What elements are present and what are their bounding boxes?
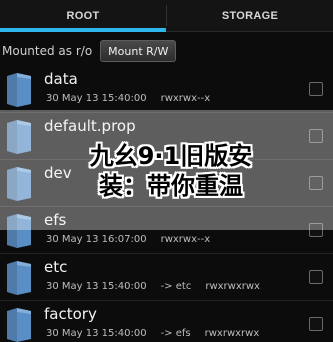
file-row-etc[interactable]: etc 30 May 13 15:40:00 -> etc rwxrwxrwx	[0, 254, 333, 301]
banner-line-2: 装：带你重温	[99, 172, 243, 200]
file-meta: 30 May 13 16:07:00 rwxrwx--x	[46, 234, 210, 245]
banner-text: 九幺9·1旧版安 装：带你重温	[58, 141, 284, 201]
file-perms: rwxrwxrwx	[204, 328, 260, 339]
tab-storage[interactable]: STORAGE	[167, 0, 333, 31]
file-name: etc	[44, 258, 68, 276]
file-date: 30 May 13 15:40:00	[46, 328, 147, 339]
file-meta: 30 May 13 15:40:00 rwxrwx--x	[46, 93, 210, 104]
file-name: factory	[44, 305, 97, 323]
file-date: 30 May 13 15:40:00	[46, 281, 147, 292]
tab-root[interactable]: ROOT	[0, 0, 166, 31]
checkbox-icon[interactable]	[309, 270, 323, 284]
mount-bar: Mounted as r/o Mount R/W	[0, 36, 333, 66]
file-row-data[interactable]: data 30 May 13 15:40:00 rwxrwx--x	[0, 66, 333, 113]
folder-icon	[4, 72, 34, 108]
file-meta: 30 May 13 15:40:00 -> etc rwxrwxrwx	[46, 281, 260, 292]
file-date: 30 May 13 15:40:00	[46, 93, 147, 104]
folder-icon	[4, 260, 34, 296]
file-date: 30 May 13 16:07:00	[46, 234, 147, 245]
banner-line-1: 九幺9·1旧版安	[89, 142, 253, 170]
checkbox-icon[interactable]	[309, 317, 323, 331]
checkbox-icon[interactable]	[309, 82, 323, 96]
active-tab-indicator	[0, 28, 166, 32]
file-perms: rwxrwxrwx	[205, 281, 260, 292]
file-meta: 30 May 13 15:40:00 -> efs rwxrwxrwx	[46, 328, 259, 339]
tab-bar: ROOT STORAGE	[0, 0, 333, 32]
file-link: -> etc	[160, 281, 192, 292]
file-name: data	[44, 70, 78, 88]
file-perms: rwxrwx--x	[160, 234, 211, 245]
folder-icon	[4, 307, 34, 342]
file-link: -> efs	[160, 328, 191, 339]
mount-rw-button[interactable]: Mount R/W	[100, 40, 177, 62]
file-row-factory[interactable]: factory 30 May 13 15:40:00 -> efs rwxrwxrw…	[0, 301, 333, 342]
mount-status: Mounted as r/o	[2, 44, 93, 58]
file-perms: rwxrwx--x	[160, 93, 211, 104]
